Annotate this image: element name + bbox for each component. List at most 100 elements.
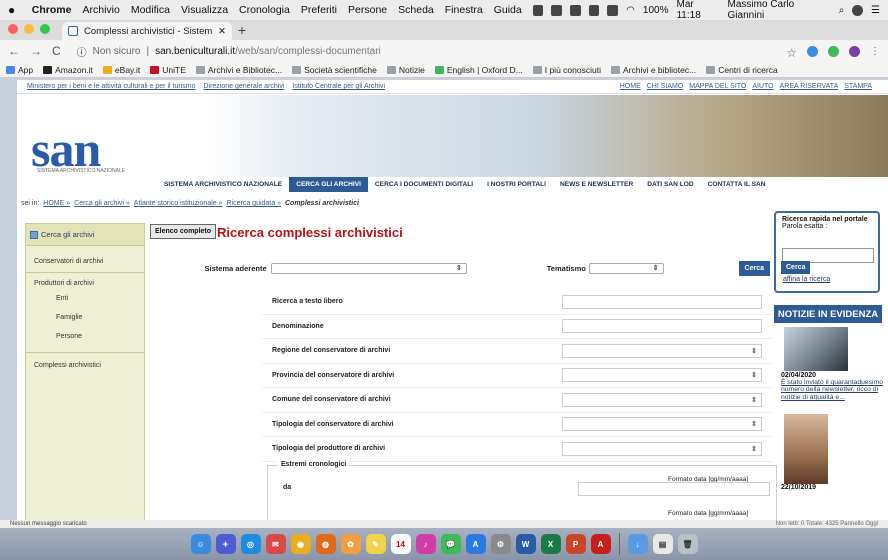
spotlight-icon[interactable]: ⌕ <box>839 5 845 16</box>
new-tab-button[interactable]: + <box>232 22 252 38</box>
forward-icon[interactable]: → <box>30 44 42 58</box>
tipologia-produttore-select[interactable] <box>562 441 762 456</box>
close-window-button[interactable] <box>8 24 18 34</box>
elenco-completo-button[interactable]: Elenco completo <box>150 224 217 239</box>
photos-icon[interactable]: ✿ <box>340 534 361 554</box>
messages-icon[interactable]: 💬 <box>440 534 461 554</box>
link-aiuto[interactable]: AIUTO <box>752 83 773 90</box>
bookmark-unite[interactable]: UniTE <box>150 65 186 75</box>
link-area-riservata[interactable]: AREA RISERVATA <box>780 83 839 90</box>
extension-green-icon[interactable] <box>828 45 839 57</box>
breadcrumb-cerca[interactable]: Cerca gli archivi » <box>74 200 130 207</box>
menu-scheda[interactable]: Scheda <box>398 4 434 16</box>
bookmark-folder[interactable]: Centri di ricerca <box>706 65 778 75</box>
time-machine-icon[interactable] <box>607 4 619 16</box>
news-image[interactable] <box>784 327 848 371</box>
active-tab[interactable]: Complessi archivistici - Sistem ✕ <box>62 22 232 40</box>
breadcrumb-atlante[interactable]: Atlante storico istituzionale » <box>134 200 223 207</box>
bookmark-ebay[interactable]: eBay.it <box>102 65 140 75</box>
news-link[interactable]: È stato inviato il quarantaduesimo numer… <box>781 379 885 401</box>
tematismo-select[interactable] <box>588 262 664 274</box>
acrobat-icon[interactable]: A <box>590 534 611 554</box>
menu-archivio[interactable]: Archivio <box>82 4 119 16</box>
sidebar-item-famiglie[interactable]: Famiglie <box>26 306 144 325</box>
sidebar-item-enti[interactable]: Enti <box>26 291 144 306</box>
link-stampa[interactable]: STAMPA <box>844 83 872 90</box>
minimize-window-button[interactable] <box>24 24 34 34</box>
menu-visualizza[interactable]: Visualizza <box>181 4 228 16</box>
sistema-select[interactable] <box>270 262 467 274</box>
safari-icon[interactable]: ◎ <box>240 534 261 554</box>
calendar-icon[interactable]: 14 <box>390 534 411 554</box>
nav-portali[interactable]: I NOSTRI PORTALI <box>480 177 553 192</box>
sidebar-head[interactable]: Cerca gli archivi <box>26 224 144 246</box>
star-icon[interactable]: ☆ <box>786 46 797 60</box>
nav-cerca-documenti[interactable]: CERCA I DOCUMENTI DIGITALI <box>368 177 480 192</box>
cloud-icon[interactable] <box>570 4 581 16</box>
word-icon[interactable]: W <box>515 534 536 554</box>
news-image[interactable] <box>784 414 828 484</box>
link-istituto[interactable]: Istituto Centrale per gli Archivi <box>292 83 385 90</box>
bookmark-folder[interactable]: Notizie <box>386 65 425 75</box>
nav-cerca-archivi[interactable]: CERCA GLI ARCHIVI <box>289 177 368 192</box>
powerpoint-icon[interactable]: P <box>565 534 586 554</box>
tab-close-icon[interactable]: ✕ <box>218 26 226 37</box>
info-icon[interactable]: ⓘ <box>77 44 87 59</box>
provincia-select[interactable] <box>562 368 762 383</box>
trash-icon[interactable]: 🗑 <box>677 534 698 554</box>
sidebar-item-complessi[interactable]: Complessi archivistici <box>26 356 144 373</box>
battery-label[interactable]: 100% <box>643 5 669 16</box>
bookmark-apps[interactable]: App <box>6 65 33 75</box>
bookmark-folder[interactable]: Archivi e bibliotec... <box>610 65 696 75</box>
menu-modifica[interactable]: Modifica <box>131 4 170 16</box>
menu-preferiti[interactable]: Preferiti <box>301 4 337 16</box>
back-icon[interactable]: ← <box>8 44 20 58</box>
vpn-icon[interactable] <box>551 4 563 16</box>
notification-icon[interactable]: ☰ <box>871 5 880 16</box>
siri-icon[interactable] <box>852 4 863 16</box>
regione-select[interactable] <box>562 343 762 358</box>
itunes-icon[interactable]: ♪ <box>415 534 436 554</box>
date-from-input[interactable] <box>578 482 770 496</box>
cerca-button[interactable]: Cerca <box>738 260 770 276</box>
menu-guida[interactable]: Guida <box>494 4 522 16</box>
appstore-icon[interactable]: A <box>465 534 486 554</box>
link-mappa[interactable]: MAPPA DEL SITO <box>689 83 746 90</box>
extension-icon[interactable] <box>807 45 818 57</box>
preferences-icon[interactable]: ⚙ <box>490 534 511 554</box>
downloads-folder-icon[interactable]: ↓ <box>627 534 648 554</box>
menu-cronologia[interactable]: Cronologia <box>239 4 290 16</box>
gmail-icon[interactable] <box>532 4 544 16</box>
menu-finestra[interactable]: Finestra <box>445 4 483 16</box>
bookmark-folder[interactable]: Archivi e Bibliotec... <box>195 65 282 75</box>
chrome-icon[interactable]: ◉ <box>290 534 311 554</box>
quick-cerca-button[interactable]: Cerca <box>781 261 811 274</box>
link-ministero[interactable]: Ministero per i beni e le attività cultu… <box>27 83 195 90</box>
nav-news[interactable]: NEWS E NEWSLETTER <box>553 177 640 192</box>
clock[interactable]: Mar 11:18 <box>676 0 719 21</box>
excel-icon[interactable]: X <box>540 534 561 554</box>
zoom-window-button[interactable] <box>40 24 50 34</box>
notes-icon[interactable]: ✎ <box>365 534 386 554</box>
apple-icon[interactable]: ● <box>8 3 20 17</box>
user-name[interactable]: Massimo Carlo Giannini <box>728 0 831 21</box>
link-direzione[interactable]: Direzione generale archivi <box>203 83 284 90</box>
nav-dati-lod[interactable]: DATI SAN LOD <box>640 177 700 192</box>
nav-sistema[interactable]: SISTEMA ARCHIVISTICO NAZIONALE <box>157 177 289 192</box>
affina-link[interactable]: affina la ricerca <box>783 276 830 283</box>
bookmark-folder[interactable]: Società scientifiche <box>292 65 377 75</box>
sidebar-item-persone[interactable]: Persone <box>26 325 144 344</box>
bookmark-folder[interactable]: I più conosciuti <box>532 65 601 75</box>
bookmark-oxford[interactable]: English | Oxford D... <box>434 65 523 75</box>
tipologia-conservatore-select[interactable] <box>562 417 762 432</box>
firefox-icon[interactable]: ◍ <box>315 534 336 554</box>
mail-icon[interactable]: ✉ <box>265 534 286 554</box>
breadcrumb-ricerca[interactable]: Ricerca guidata » <box>227 200 281 207</box>
bookmark-amazon[interactable]: Amazon.it <box>43 65 93 75</box>
launchpad-icon[interactable]: ✦ <box>215 534 236 554</box>
document-icon[interactable]: ▤ <box>652 534 673 554</box>
reload-icon[interactable]: C <box>52 44 61 58</box>
menu-persone[interactable]: Persone <box>348 4 387 16</box>
display-icon[interactable] <box>588 4 600 16</box>
finder-icon[interactable]: ☺ <box>190 534 211 554</box>
